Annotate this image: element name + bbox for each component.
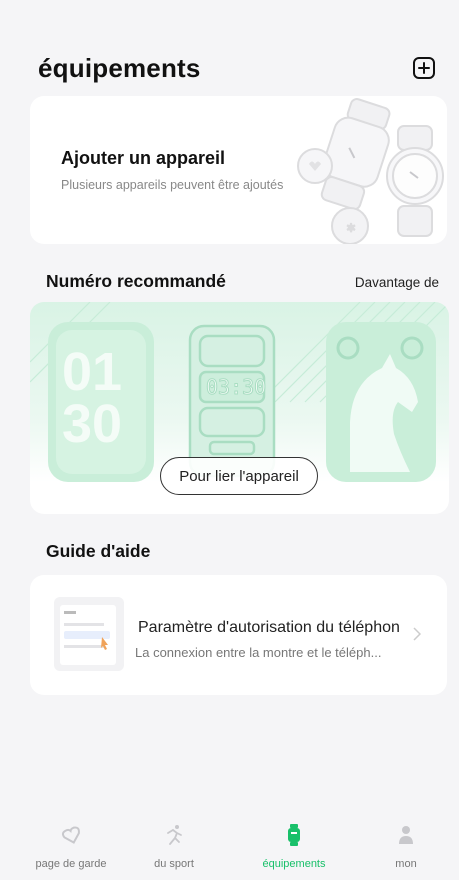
- face-digits-bottom: 30: [62, 394, 122, 454]
- devices-screen: équipements Ajouter un appareil Plusieur…: [0, 0, 459, 880]
- recommended-title: Numéro recommandé: [46, 271, 226, 291]
- face-digits-top: 01: [62, 342, 122, 402]
- add-device-subtitle: Plusieurs appareils peuvent être ajoutés: [61, 178, 284, 192]
- face-time: 03:30: [206, 375, 266, 399]
- nav-item-mon[interactable]: mon: [351, 820, 459, 870]
- nav-label: équipements: [262, 858, 326, 870]
- nav-item-sport[interactable]: du sport: [119, 820, 229, 870]
- nav-label: page de garde: [35, 858, 107, 870]
- nav-label: du sport: [154, 858, 194, 870]
- header: équipements: [38, 48, 437, 88]
- page-title: équipements: [38, 52, 201, 83]
- guide-item-title: Paramètre d'autorisation du téléphon: [138, 619, 400, 636]
- watch-icon: [239, 820, 349, 850]
- running-icon: [119, 820, 229, 850]
- bottom-nav: page de garde du sport équipements mon: [0, 820, 459, 880]
- more-link[interactable]: Davantage de: [355, 275, 439, 290]
- add-device-title: Ajouter un appareil: [61, 148, 226, 168]
- guide-item[interactable]: Paramètre d'autorisation du téléphon La …: [30, 575, 447, 695]
- guide-item-subtitle: La connexion entre la montre et le télép…: [135, 645, 382, 660]
- person-icon: [351, 820, 459, 850]
- chevron-right-icon: [413, 627, 422, 644]
- home-heart-icon: [16, 820, 126, 850]
- recommended-header: Numéro recommandé Davantage de: [46, 271, 439, 292]
- nav-item-home[interactable]: page de garde: [16, 820, 126, 870]
- link-device-button[interactable]: Pour lier l'appareil: [160, 457, 318, 495]
- add-device-card[interactable]: Ajouter un appareil Plusieurs appareils …: [30, 96, 447, 244]
- guide-thumbnail: [54, 597, 124, 671]
- recommended-banner[interactable]: 01 30 03:30 Pour lier l'appareil: [30, 302, 449, 514]
- plus-square-icon[interactable]: [413, 57, 435, 79]
- guide-title: Guide d'aide: [46, 541, 151, 561]
- nav-item-equipements[interactable]: équipements: [239, 820, 349, 870]
- nav-label: mon: [395, 858, 417, 870]
- svg-text:✶: ✶: [346, 221, 356, 235]
- watches-illustration: ✶: [297, 98, 444, 244]
